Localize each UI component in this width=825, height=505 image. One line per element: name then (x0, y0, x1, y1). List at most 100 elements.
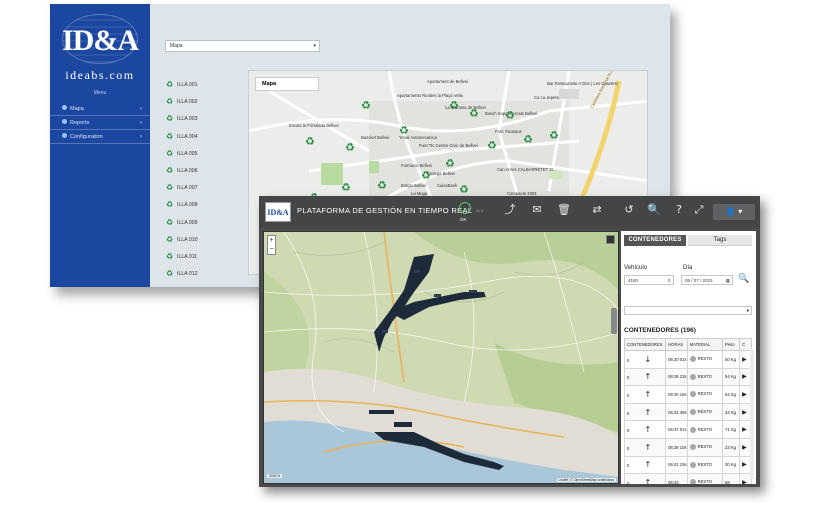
row-hora: 06:37 01s (665, 420, 688, 439)
col-peso[interactable]: Peso (721, 338, 741, 351)
table-row[interactable]: 0 ↑ 06:38 10s RESTO 23 Kg ▶ (623, 437, 752, 457)
row-peso: 34 Kg (721, 402, 741, 422)
col-contenedores[interactable]: CONTENEDORES (623, 338, 667, 351)
live-map[interactable]: + − 2000 ft Leaflet | © OpenStreetMap co… (263, 231, 619, 484)
search-icon[interactable]: 🔍 (646, 202, 662, 218)
brand-logo[interactable]: ID&A (265, 202, 291, 222)
play-icon[interactable]: ▶ (742, 373, 747, 380)
map-place-label[interactable]: Punt TIc Centre Civic de Bellvei (419, 143, 478, 148)
table-row[interactable]: 0 ↑ 06:30 16s RESTO 54 Kg ▶ (623, 385, 752, 404)
recycle-marker-icon[interactable]: ♻ (505, 111, 515, 122)
row-hora: 06:42 19s (665, 455, 688, 475)
undo-icon[interactable]: ↺ (621, 202, 637, 218)
mail-icon[interactable]: ✉ (529, 202, 545, 218)
recycle-marker-icon[interactable]: ♻ (421, 171, 431, 182)
calendar-icon[interactable]: ▦ (726, 276, 730, 285)
day-field[interactable]: 05 / 07 / 2023 ▦ (681, 275, 733, 285)
sidebar-item-configuration[interactable]: Configuration › (50, 130, 150, 144)
recycle-marker-icon[interactable]: ♻ (469, 109, 479, 120)
user-menu-button[interactable]: 👤 ▾ (713, 204, 755, 220)
recycle-marker-icon[interactable]: ♻ (549, 131, 559, 142)
recycle-marker-icon[interactable]: ♻ (459, 185, 469, 196)
tab-contenedores[interactable]: CONTENEDORES (624, 235, 686, 246)
map-place-label[interactable]: Bodega Bellvei (427, 171, 455, 176)
fullscreen-icon[interactable]: ⤢ (691, 202, 707, 218)
sidebar-item-mapa[interactable]: Mapa › (50, 102, 150, 116)
direction-arrow-icon: ↑ (644, 425, 652, 435)
help-icon[interactable]: ? (671, 202, 687, 218)
play-icon[interactable]: ▶ (742, 356, 747, 363)
list-item[interactable]: ♻ ILLA 011 (166, 252, 197, 269)
play-icon[interactable]: ▶ (742, 409, 747, 416)
list-item[interactable]: ♻ ILLA 005 (166, 149, 197, 166)
list-item[interactable]: ♻ ILLA 002 (166, 97, 197, 114)
list-item[interactable]: ♻ ILLA 003 (166, 114, 197, 131)
table-row[interactable]: 0 ↑ 06:28 23s RESTO 54 Kg ▶ (623, 367, 752, 387)
list-item[interactable]: ♻ ILLA 008 (166, 200, 197, 217)
play-icon[interactable]: ▶ (742, 461, 747, 468)
search-icon[interactable]: 🔍 (738, 274, 749, 284)
map-place-label[interactable]: Can Arnes CALBARRETET SL (497, 167, 554, 172)
day-value: 05 / 07 / 2023 (685, 278, 713, 283)
list-item[interactable]: ♻ ILLA 001 (166, 80, 197, 97)
map-place-label[interactable]: Forn Tutusaus (495, 129, 522, 134)
play-icon[interactable]: ▶ (742, 391, 747, 398)
tab-tags[interactable]: Tags (688, 235, 752, 246)
recycle-marker-icon[interactable]: ♻ (305, 137, 315, 148)
map-attribution[interactable]: Leaflet | © OpenStreetMap contributors (556, 478, 616, 482)
recycle-marker-icon[interactable]: ♻ (341, 183, 351, 194)
recycle-marker-icon[interactable]: ♻ (449, 101, 459, 112)
table-row[interactable]: 0 ↑ 06:42 19s RESTO 30 Kg ▶ (623, 455, 752, 475)
view-select[interactable]: Mapa ▾ (165, 40, 320, 52)
layers-icon[interactable] (606, 235, 615, 244)
recycle-marker-icon[interactable]: ♻ (523, 135, 533, 146)
table-row[interactable]: 0 ↑ 06:43 RESTO 68 ▶ (623, 473, 752, 484)
recycle-marker-icon[interactable]: ♻ (361, 101, 371, 112)
cont-value: 0 (627, 445, 630, 451)
play-icon[interactable]: ▶ (742, 479, 747, 484)
tab-mapa[interactable]: Mapa (255, 77, 319, 91)
panel-scrollbar[interactable] (750, 349, 754, 479)
col-material[interactable]: MATERIAL (686, 338, 724, 351)
bin-icon[interactable]: 🗑 (556, 202, 572, 218)
map-place-label[interactable]: Botiga Bellvei (401, 183, 426, 188)
map-place-label[interactable]: Farmacia Bellvei (401, 163, 432, 168)
recycle-marker-icon[interactable]: ♻ (445, 159, 455, 170)
map-place-label[interactable]: Ca La Jepeta (534, 95, 559, 100)
table-row[interactable]: 0 ↓ 06:20 01s RESTO 50 Kg ▶ (623, 350, 752, 369)
map-scrollbar[interactable] (611, 308, 617, 334)
map-place-label[interactable]: Escola la Portalada Bellvei (289, 123, 339, 128)
col-horas[interactable]: HORAS (665, 338, 688, 351)
zoom-out-button[interactable]: − (268, 245, 275, 254)
play-icon[interactable]: ▶ (742, 444, 747, 451)
route-icon[interactable]: ⤴ (502, 202, 518, 218)
recycle-icon: ♻ (166, 269, 174, 279)
table-row[interactable]: 0 ↑ 06:37 01s RESTO 71 Kg ▶ (623, 420, 752, 439)
list-item[interactable]: ♻ ILLA 004 (166, 132, 197, 149)
map-place-label[interactable]: CaixaBank (437, 183, 457, 188)
filter-select[interactable]: ▾ (624, 306, 752, 315)
containers-panel: CONTENEDORES Tags Vehículo 4180 ⇕ Día 05… (621, 231, 756, 484)
zoom-controls[interactable]: + − (267, 235, 276, 255)
list-item[interactable]: ♻ ILLA 010 (166, 235, 197, 252)
list-item[interactable]: ♻ ILLA 009 (166, 218, 197, 235)
vehicle-select[interactable]: 4180 ⇕ (624, 275, 674, 285)
recycle-marker-icon[interactable]: ♻ (487, 141, 497, 152)
list-item[interactable]: ♻ ILLA 007 (166, 183, 197, 200)
recycle-marker-icon[interactable]: ♻ (345, 143, 355, 154)
map-place-label[interactable]: Apartamento Rurales la Plaça Vella (397, 93, 463, 98)
sidebar-item-reports[interactable]: Reports › (50, 116, 150, 130)
recycle-marker-icon[interactable]: ♻ (377, 181, 387, 192)
zoom-in-button[interactable]: + (268, 236, 275, 245)
list-item[interactable]: ♻ ILLA 006 (166, 166, 197, 183)
brand-logo[interactable]: ID&A ideabs.com (56, 12, 144, 84)
table-row[interactable]: 0 ↑ 06:31 39s RESTO 34 Kg ▶ (623, 402, 752, 422)
transfer-icon[interactable]: ⇄ (589, 202, 605, 218)
play-icon[interactable]: ▶ (742, 426, 747, 433)
recycle-marker-icon[interactable]: ♻ (399, 126, 409, 137)
map-place-label[interactable]: Bascket Bellvei (361, 135, 389, 140)
list-item[interactable]: ♻ ILLA 012 (166, 269, 197, 286)
recycle-icon: ♻ (166, 183, 174, 193)
map-place-label[interactable]: Apartament de Bellvei (427, 79, 468, 84)
row-peso: 71 Kg (721, 420, 741, 439)
